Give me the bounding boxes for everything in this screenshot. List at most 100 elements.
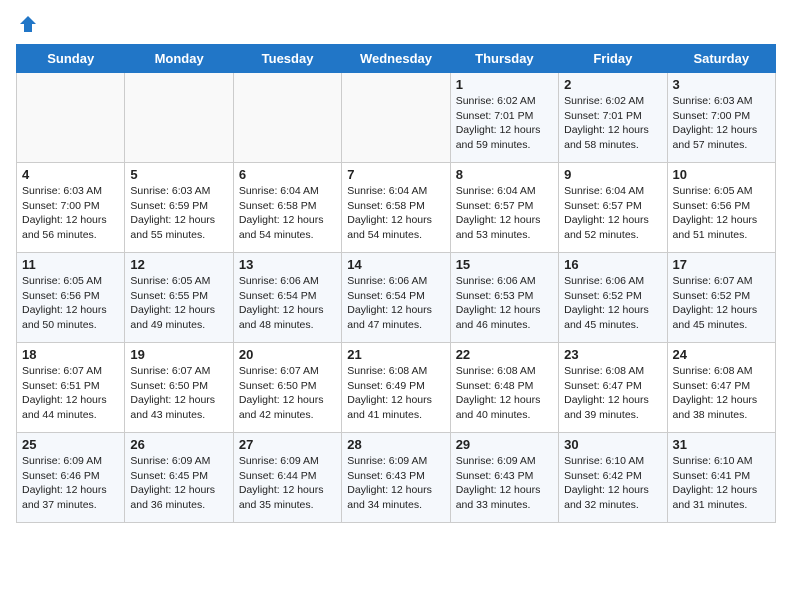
day-info: Sunrise: 6:08 AM Sunset: 6:47 PM Dayligh…	[673, 364, 770, 423]
sunset-text: Sunset: 7:01 PM	[456, 110, 534, 122]
day-number: 9	[564, 167, 661, 182]
daylight-text: Daylight: 12 hours and 35 minutes.	[239, 484, 324, 511]
calendar-day-header: Wednesday	[342, 45, 450, 73]
day-number: 17	[673, 257, 770, 272]
calendar-week-row: 25 Sunrise: 6:09 AM Sunset: 6:46 PM Dayl…	[17, 433, 776, 523]
calendar-cell	[233, 73, 341, 163]
calendar-day-header: Saturday	[667, 45, 775, 73]
day-number: 13	[239, 257, 336, 272]
daylight-text: Daylight: 12 hours and 45 minutes.	[564, 304, 649, 331]
day-info: Sunrise: 6:02 AM Sunset: 7:01 PM Dayligh…	[564, 94, 661, 153]
calendar-cell: 22 Sunrise: 6:08 AM Sunset: 6:48 PM Dayl…	[450, 343, 558, 433]
daylight-text: Daylight: 12 hours and 40 minutes.	[456, 394, 541, 421]
calendar-cell: 16 Sunrise: 6:06 AM Sunset: 6:52 PM Dayl…	[559, 253, 667, 343]
calendar-cell	[125, 73, 233, 163]
sunrise-text: Sunrise: 6:04 AM	[564, 185, 644, 197]
sunset-text: Sunset: 6:45 PM	[130, 470, 208, 482]
daylight-text: Daylight: 12 hours and 56 minutes.	[22, 214, 107, 241]
day-info: Sunrise: 6:09 AM Sunset: 6:45 PM Dayligh…	[130, 454, 227, 513]
calendar-cell: 15 Sunrise: 6:06 AM Sunset: 6:53 PM Dayl…	[450, 253, 558, 343]
calendar-cell: 6 Sunrise: 6:04 AM Sunset: 6:58 PM Dayli…	[233, 163, 341, 253]
sunrise-text: Sunrise: 6:07 AM	[673, 275, 753, 287]
sunset-text: Sunset: 7:00 PM	[673, 110, 751, 122]
day-number: 16	[564, 257, 661, 272]
day-info: Sunrise: 6:05 AM Sunset: 6:56 PM Dayligh…	[673, 184, 770, 243]
calendar-cell: 4 Sunrise: 6:03 AM Sunset: 7:00 PM Dayli…	[17, 163, 125, 253]
sunset-text: Sunset: 6:47 PM	[673, 380, 751, 392]
sunset-text: Sunset: 6:56 PM	[673, 200, 751, 212]
sunrise-text: Sunrise: 6:03 AM	[673, 95, 753, 107]
sunset-text: Sunset: 6:48 PM	[456, 380, 534, 392]
calendar-cell: 1 Sunrise: 6:02 AM Sunset: 7:01 PM Dayli…	[450, 73, 558, 163]
daylight-text: Daylight: 12 hours and 36 minutes.	[130, 484, 215, 511]
sunset-text: Sunset: 6:50 PM	[130, 380, 208, 392]
day-info: Sunrise: 6:09 AM Sunset: 6:44 PM Dayligh…	[239, 454, 336, 513]
day-info: Sunrise: 6:04 AM Sunset: 6:58 PM Dayligh…	[239, 184, 336, 243]
day-info: Sunrise: 6:03 AM Sunset: 6:59 PM Dayligh…	[130, 184, 227, 243]
sunset-text: Sunset: 7:01 PM	[564, 110, 642, 122]
day-info: Sunrise: 6:03 AM Sunset: 7:00 PM Dayligh…	[22, 184, 119, 243]
sunset-text: Sunset: 6:44 PM	[239, 470, 317, 482]
day-info: Sunrise: 6:07 AM Sunset: 6:50 PM Dayligh…	[239, 364, 336, 423]
sunset-text: Sunset: 6:43 PM	[456, 470, 534, 482]
day-number: 15	[456, 257, 553, 272]
day-info: Sunrise: 6:08 AM Sunset: 6:48 PM Dayligh…	[456, 364, 553, 423]
sunrise-text: Sunrise: 6:10 AM	[673, 455, 753, 467]
day-info: Sunrise: 6:07 AM Sunset: 6:52 PM Dayligh…	[673, 274, 770, 333]
calendar-cell: 2 Sunrise: 6:02 AM Sunset: 7:01 PM Dayli…	[559, 73, 667, 163]
calendar-week-row: 4 Sunrise: 6:03 AM Sunset: 7:00 PM Dayli…	[17, 163, 776, 253]
day-info: Sunrise: 6:08 AM Sunset: 6:47 PM Dayligh…	[564, 364, 661, 423]
day-number: 5	[130, 167, 227, 182]
calendar-day-header: Monday	[125, 45, 233, 73]
sunrise-text: Sunrise: 6:06 AM	[347, 275, 427, 287]
daylight-text: Daylight: 12 hours and 41 minutes.	[347, 394, 432, 421]
day-number: 19	[130, 347, 227, 362]
sunrise-text: Sunrise: 6:07 AM	[239, 365, 319, 377]
day-info: Sunrise: 6:06 AM Sunset: 6:54 PM Dayligh…	[347, 274, 444, 333]
sunrise-text: Sunrise: 6:06 AM	[239, 275, 319, 287]
day-number: 1	[456, 77, 553, 92]
daylight-text: Daylight: 12 hours and 52 minutes.	[564, 214, 649, 241]
daylight-text: Daylight: 12 hours and 38 minutes.	[673, 394, 758, 421]
calendar-cell: 14 Sunrise: 6:06 AM Sunset: 6:54 PM Dayl…	[342, 253, 450, 343]
daylight-text: Daylight: 12 hours and 54 minutes.	[347, 214, 432, 241]
sunset-text: Sunset: 6:58 PM	[239, 200, 317, 212]
calendar-cell: 3 Sunrise: 6:03 AM Sunset: 7:00 PM Dayli…	[667, 73, 775, 163]
calendar-cell: 12 Sunrise: 6:05 AM Sunset: 6:55 PM Dayl…	[125, 253, 233, 343]
sunset-text: Sunset: 6:41 PM	[673, 470, 751, 482]
sunrise-text: Sunrise: 6:04 AM	[456, 185, 536, 197]
day-number: 26	[130, 437, 227, 452]
sunrise-text: Sunrise: 6:08 AM	[564, 365, 644, 377]
day-info: Sunrise: 6:09 AM Sunset: 6:43 PM Dayligh…	[456, 454, 553, 513]
calendar-cell: 28 Sunrise: 6:09 AM Sunset: 6:43 PM Dayl…	[342, 433, 450, 523]
sunset-text: Sunset: 6:51 PM	[22, 380, 100, 392]
daylight-text: Daylight: 12 hours and 54 minutes.	[239, 214, 324, 241]
day-info: Sunrise: 6:04 AM Sunset: 6:57 PM Dayligh…	[564, 184, 661, 243]
calendar-cell	[342, 73, 450, 163]
day-number: 31	[673, 437, 770, 452]
daylight-text: Daylight: 12 hours and 58 minutes.	[564, 124, 649, 151]
daylight-text: Daylight: 12 hours and 43 minutes.	[130, 394, 215, 421]
calendar-week-row: 18 Sunrise: 6:07 AM Sunset: 6:51 PM Dayl…	[17, 343, 776, 433]
day-info: Sunrise: 6:06 AM Sunset: 6:53 PM Dayligh…	[456, 274, 553, 333]
day-number: 27	[239, 437, 336, 452]
daylight-text: Daylight: 12 hours and 34 minutes.	[347, 484, 432, 511]
sunrise-text: Sunrise: 6:06 AM	[564, 275, 644, 287]
day-number: 24	[673, 347, 770, 362]
daylight-text: Daylight: 12 hours and 31 minutes.	[673, 484, 758, 511]
calendar-cell: 20 Sunrise: 6:07 AM Sunset: 6:50 PM Dayl…	[233, 343, 341, 433]
calendar-cell: 8 Sunrise: 6:04 AM Sunset: 6:57 PM Dayli…	[450, 163, 558, 253]
day-number: 29	[456, 437, 553, 452]
calendar-cell: 19 Sunrise: 6:07 AM Sunset: 6:50 PM Dayl…	[125, 343, 233, 433]
daylight-text: Daylight: 12 hours and 47 minutes.	[347, 304, 432, 331]
calendar-header-row: SundayMondayTuesdayWednesdayThursdayFrid…	[17, 45, 776, 73]
sunset-text: Sunset: 6:58 PM	[347, 200, 425, 212]
sunrise-text: Sunrise: 6:09 AM	[130, 455, 210, 467]
day-number: 21	[347, 347, 444, 362]
sunset-text: Sunset: 6:50 PM	[239, 380, 317, 392]
sunset-text: Sunset: 6:43 PM	[347, 470, 425, 482]
day-number: 10	[673, 167, 770, 182]
daylight-text: Daylight: 12 hours and 49 minutes.	[130, 304, 215, 331]
daylight-text: Daylight: 12 hours and 45 minutes.	[673, 304, 758, 331]
day-number: 4	[22, 167, 119, 182]
